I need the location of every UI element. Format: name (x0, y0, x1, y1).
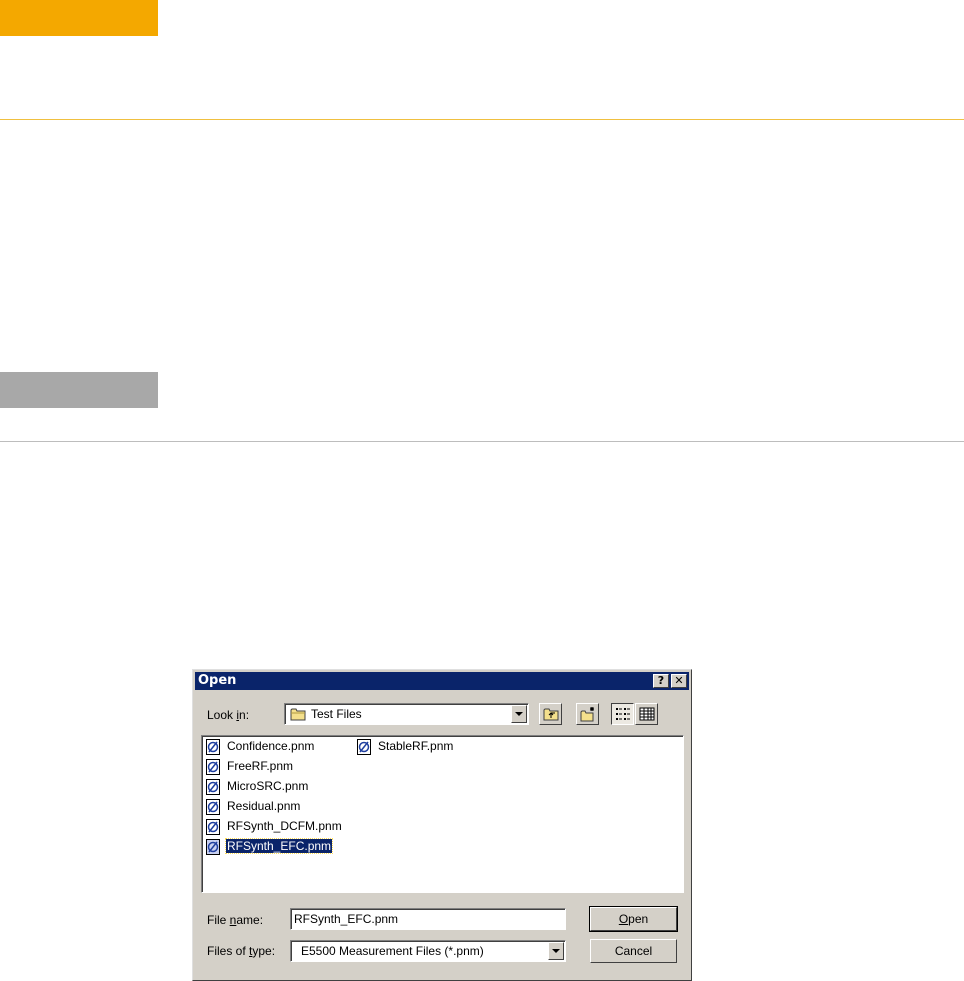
dialog-title: Open (198, 673, 237, 688)
file-name-label: File name: (207, 913, 264, 927)
file-type-value: E5500 Measurement Files (*.pnm) (301, 944, 484, 958)
dialog-title-bar[interactable]: Open ? ✕ (195, 672, 689, 690)
list-view-button[interactable] (611, 703, 634, 725)
up-folder-icon (543, 708, 559, 721)
file-list[interactable]: Confidence.pnm FreeRF.pnm MicroSRC.pnm R… (201, 735, 684, 893)
pnm-file-icon (206, 819, 220, 835)
open-button[interactable]: Open (589, 906, 678, 932)
page-divider-gray (0, 441, 964, 442)
details-view-icon (639, 707, 655, 721)
pnm-file-icon (206, 739, 220, 755)
pnm-file-icon (206, 759, 220, 775)
file-type-dropdown-arrow[interactable] (548, 942, 564, 960)
page-divider-orange (0, 119, 964, 120)
details-view-button[interactable] (635, 703, 658, 725)
file-type-label: Files of type: (207, 944, 276, 958)
help-button[interactable]: ? (653, 674, 669, 688)
page-header-tab-orange (0, 0, 158, 36)
up-one-level-button[interactable] (539, 703, 562, 725)
pnm-file-icon (206, 839, 220, 855)
look-in-dropdown-arrow[interactable] (511, 705, 527, 723)
folder-icon (290, 708, 306, 721)
pnm-file-icon (206, 799, 220, 815)
look-in-label: Look in: (207, 708, 250, 722)
close-button[interactable]: ✕ (671, 674, 687, 688)
open-dialog: Open ? ✕ Look in: Test Files Confidence.… (192, 669, 692, 981)
file-name-value: RFSynth_EFC.pnm (294, 912, 399, 926)
page-section-tab-gray (0, 372, 158, 408)
pnm-file-icon (206, 779, 220, 795)
list-view-icon (616, 708, 630, 720)
cancel-button[interactable]: Cancel (590, 939, 677, 963)
file-name-input[interactable]: RFSynth_EFC.pnm (290, 908, 566, 930)
file-type-select[interactable]: E5500 Measurement Files (*.pnm) (290, 940, 566, 962)
look-in-combo[interactable]: Test Files (284, 703, 529, 725)
pnm-file-icon (357, 739, 371, 755)
new-folder-icon (580, 707, 594, 722)
look-in-value: Test Files (311, 707, 362, 721)
new-folder-button[interactable] (576, 703, 599, 725)
